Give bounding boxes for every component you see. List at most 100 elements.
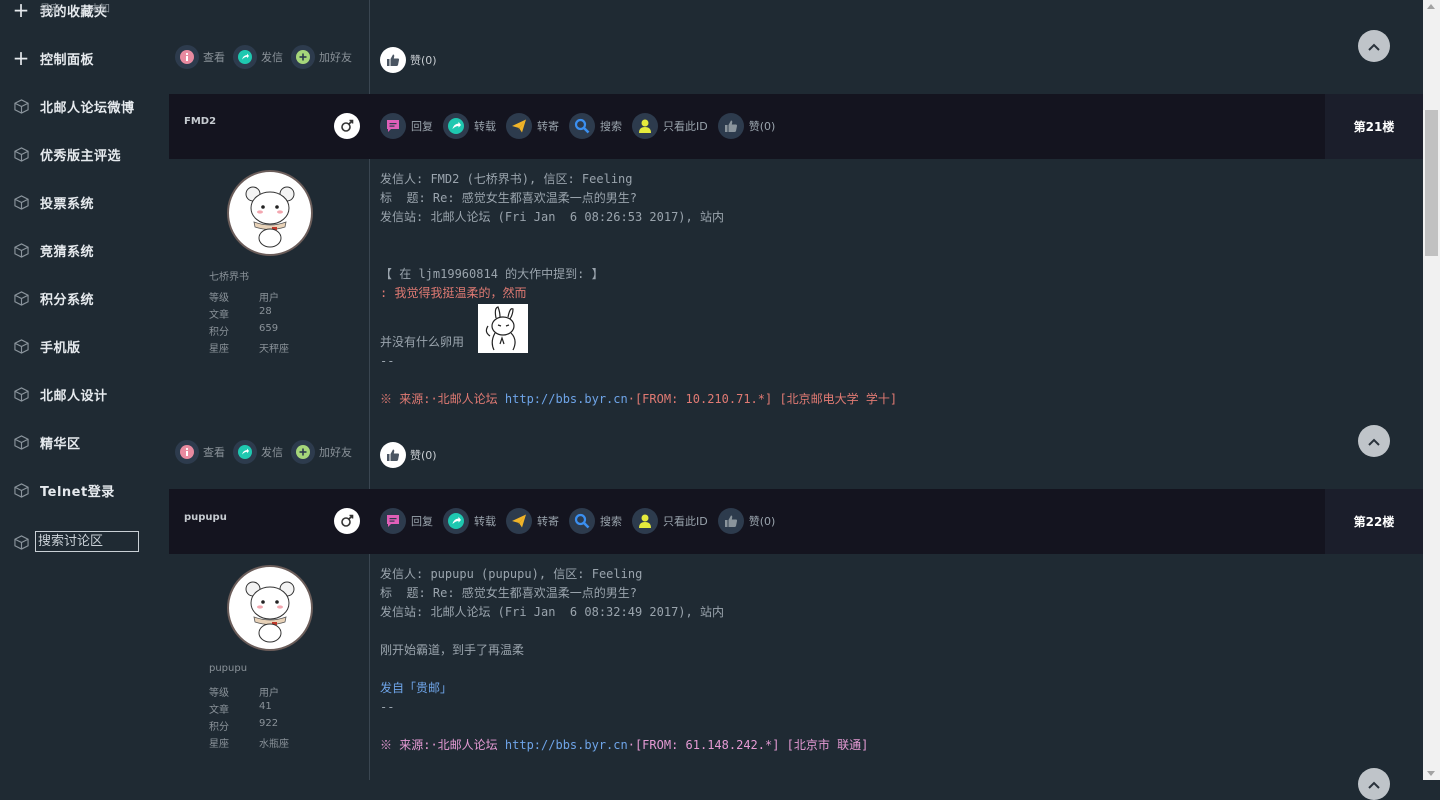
share-arrow-icon <box>233 440 257 464</box>
bear-avatar-icon <box>245 186 295 248</box>
quote-header: 【 在 ljm19960814 的大作中提到: 】 <box>380 267 604 281</box>
only-this-id-button[interactable]: 只看此ID <box>632 113 708 139</box>
like-button[interactable]: 赞(0) <box>717 508 775 534</box>
user-actions: 查看 发信 加好友 <box>175 45 360 69</box>
cube-icon <box>13 98 29 114</box>
forward-button[interactable]: 转载 <box>443 508 496 534</box>
add-friend-button[interactable]: 加好友 <box>291 45 352 69</box>
quote-text: : 我觉得我挺温柔的，然而 <box>380 286 527 300</box>
sidebar-item-telnet[interactable]: Telnet登录 <box>0 478 168 502</box>
sidebar-item-label: 精华区 <box>40 436 81 452</box>
sidebar-item-label: 北邮人设计 <box>40 388 108 404</box>
share-arrow-icon <box>233 45 257 69</box>
forward-button[interactable]: 转载 <box>443 113 496 139</box>
chevron-up-icon <box>1367 432 1381 451</box>
post-header: FMD2 回复 转载 转寄 搜索 只看此ID 赞(0) 第21楼 <box>169 94 1423 159</box>
sidebar-item-label: 竞猜系统 <box>40 244 95 260</box>
chevron-up-icon <box>1367 37 1381 56</box>
send-mail-button[interactable]: 发信 <box>233 440 283 464</box>
share-arrow-icon <box>443 508 469 534</box>
scrollbar-thumb[interactable] <box>1425 110 1438 256</box>
sidebar-item-guessing[interactable]: 竞猜系统 <box>0 238 168 262</box>
author-id[interactable]: pupupu <box>184 512 227 523</box>
board-search-input[interactable] <box>35 531 139 552</box>
send-mail-button[interactable]: 发信 <box>233 45 283 69</box>
user-stats: 等级 用户 文章 28 积分 659 星座 天秤座 <box>209 289 289 357</box>
source-link[interactable]: http://bbs.byr.cn <box>505 392 628 406</box>
user-articles: 28 <box>259 306 272 317</box>
send-button[interactable]: 转寄 <box>506 113 559 139</box>
plus-circle-icon <box>291 45 315 69</box>
sidebar-item-label: 优秀版主评选 <box>40 148 122 164</box>
page-scrollbar[interactable] <box>1423 0 1440 780</box>
comment-icon <box>380 113 406 139</box>
sidebar-item-mobile[interactable]: 手机版 <box>0 334 168 358</box>
scroll-down-arrow-icon[interactable] <box>1427 771 1435 776</box>
cube-icon <box>13 290 29 306</box>
thumbs-up-icon <box>717 508 744 534</box>
sidebar-item-weibo[interactable]: 北邮人论坛微博 <box>0 94 168 118</box>
sidebar-item-label: 北邮人论坛微博 <box>40 100 135 116</box>
post-header: pupupu 回复 转载 转寄 搜索 只看此ID 赞(0) 第22楼 <box>169 489 1423 554</box>
user-points: 922 <box>259 718 279 729</box>
emoticon-image <box>478 304 528 353</box>
back-to-top-button[interactable] <box>1358 425 1390 457</box>
info-icon <box>175 440 199 464</box>
send-button[interactable]: 转寄 <box>506 508 559 534</box>
sidebar-item-control-panel[interactable]: + 控制面板 <box>0 46 168 70</box>
floor-number[interactable]: 第21楼 <box>1325 94 1423 159</box>
back-to-top-button[interactable] <box>1358 768 1390 800</box>
share-arrow-icon <box>443 113 469 139</box>
reply-button[interactable]: 回复 <box>380 508 433 534</box>
post-actions: 回复 转载 转寄 搜索 只看此ID 赞(0) <box>380 113 785 139</box>
source-link[interactable]: http://bbs.byr.cn <box>505 738 628 752</box>
user-nickname: 七桥界书 <box>209 272 249 283</box>
stat-value: 未知 <box>90 4 110 15</box>
back-to-top-button[interactable] <box>1358 30 1390 62</box>
like-button[interactable]: 赞(0) <box>717 113 775 139</box>
plus-icon: + <box>12 46 30 70</box>
cube-icon <box>13 482 29 498</box>
sent-from-app: 发自「贵邮」 <box>380 681 453 695</box>
cube-icon <box>13 242 29 258</box>
reply-button[interactable]: 回复 <box>380 113 433 139</box>
view-user-button[interactable]: 查看 <box>175 440 225 464</box>
cube-icon <box>13 434 29 450</box>
sidebar-item-digest[interactable]: 精华区 <box>0 430 168 454</box>
paper-plane-icon <box>506 508 532 534</box>
sidebar-item-voting[interactable]: 投票系统 <box>0 190 168 214</box>
post-body: 发信人: pupupu (pupupu), 信区: Feeling 标 题: Re… <box>380 567 869 752</box>
sidebar-item-label: 积分系统 <box>40 292 95 308</box>
gender-icon <box>334 113 360 139</box>
sidebar-item-points[interactable]: 积分系统 <box>0 286 168 310</box>
user-icon <box>632 113 658 139</box>
search-button[interactable]: 搜索 <box>569 508 622 534</box>
like-button[interactable]: 赞(0) <box>380 442 437 468</box>
search-button[interactable]: 搜索 <box>569 113 622 139</box>
sidebar-item-design[interactable]: 北邮人设计 <box>0 382 168 406</box>
plus-circle-icon <box>291 440 315 464</box>
sidebar: + 我的收藏夹 + 控制面板 北邮人论坛微博 优秀版主评选 投票系统 竞猜系统 … <box>0 0 168 780</box>
scroll-up-arrow-icon[interactable] <box>1427 4 1435 9</box>
avatar[interactable] <box>227 170 313 256</box>
author-id[interactable]: FMD2 <box>184 116 216 127</box>
like-button[interactable]: 赞(0) <box>380 47 437 73</box>
search-icon <box>569 113 595 139</box>
user-nickname: pupupu <box>209 663 248 674</box>
post-body: 发信人: FMD2 (七桥界书), 信区: Feeling 标 题: Re: 感觉… <box>380 172 898 406</box>
user-points: 659 <box>259 323 279 334</box>
chevron-up-icon <box>1367 775 1381 794</box>
user-level: 用户 <box>259 688 279 699</box>
view-user-button[interactable]: 查看 <box>175 45 225 69</box>
bear-avatar-icon <box>245 581 295 643</box>
sidebar-item-moderator-vote[interactable]: 优秀版主评选 <box>0 142 168 166</box>
user-icon <box>632 508 658 534</box>
avatar[interactable] <box>227 565 313 651</box>
floor-number[interactable]: 第22楼 <box>1325 489 1423 554</box>
paper-plane-icon <box>506 113 532 139</box>
cube-icon <box>13 146 29 162</box>
sidebar-item-label: 投票系统 <box>40 196 95 212</box>
add-friend-button[interactable]: 加好友 <box>291 440 352 464</box>
only-this-id-button[interactable]: 只看此ID <box>632 508 708 534</box>
user-stats: 等级 用户 文章 41 积分 922 星座 水瓶座 <box>209 684 289 752</box>
